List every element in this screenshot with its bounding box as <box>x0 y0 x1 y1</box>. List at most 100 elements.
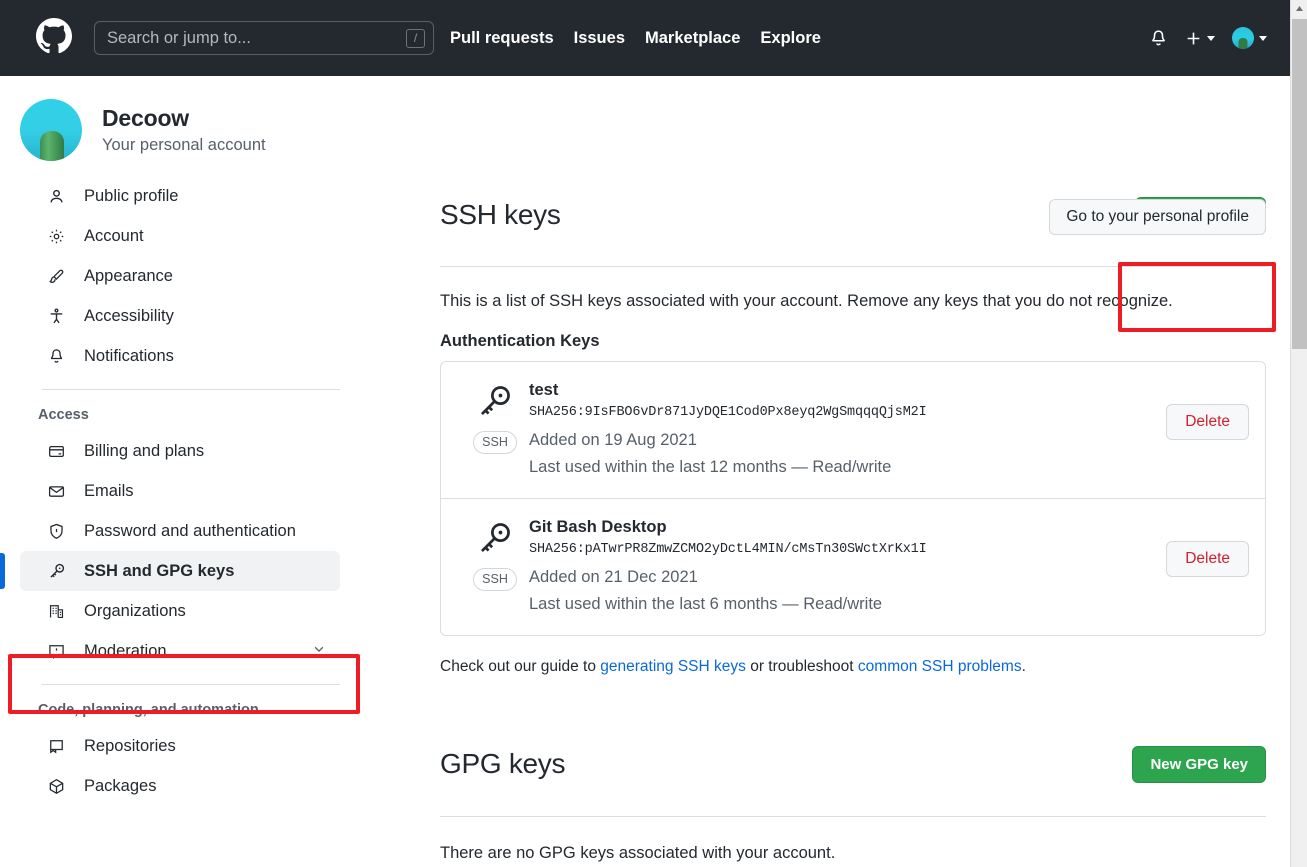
key-title: Git Bash Desktop <box>529 518 667 537</box>
ssh-guide-text: Check out our guide to generating SSH ke… <box>440 658 1266 676</box>
repo-icon <box>48 738 70 755</box>
sidebar-section-title-code-planning-and-automation: Code, planning, and automation <box>38 702 259 718</box>
cactus-avatar-icon[interactable] <box>20 99 82 161</box>
sidebar-label: Accessibility <box>84 306 174 325</box>
nav-explore[interactable]: Explore <box>760 29 821 48</box>
sidebar-group-general: Public profile Account Appearance Access… <box>20 176 362 376</box>
sidebar-label: SSH and GPG keys <box>84 561 235 580</box>
sidebar-label: Repositories <box>84 736 176 755</box>
key-icon <box>476 519 514 562</box>
sidebar-item-public-profile[interactable]: Public profile <box>20 176 340 216</box>
generating-ssh-keys-link[interactable]: generating SSH keys <box>600 658 746 675</box>
key-icon <box>476 382 514 425</box>
person-icon <box>48 188 70 205</box>
key-type-badge: SSH <box>473 568 517 591</box>
gpg-keys-header: GPG keys New GPG key <box>440 725 1266 817</box>
sidebar-group-code-planning-automation: Code, planning, and automation Repositor… <box>20 698 362 806</box>
header-actions <box>1149 27 1287 49</box>
plus-icon[interactable] <box>1185 30 1215 47</box>
gpg-section-title: GPG keys <box>440 748 566 780</box>
bell-icon <box>48 348 70 365</box>
delete-key-button[interactable]: Delete <box>1166 404 1249 441</box>
gpg-keys-section: GPG keys New GPG key There are no GPG ke… <box>440 725 1266 862</box>
organization-icon <box>48 603 70 620</box>
key-icon <box>48 562 70 580</box>
sidebar-item-repositories[interactable]: Repositories <box>20 726 340 766</box>
shield-lock-icon <box>48 523 70 540</box>
new-gpg-key-button[interactable]: New GPG key <box>1132 745 1266 783</box>
sidebar-label: Billing and plans <box>84 441 205 460</box>
page-body: Decoow Your personal account Go to your … <box>0 76 1290 867</box>
sidebar-label: Password and authentication <box>84 521 296 540</box>
nav-pull-requests[interactable]: Pull requests <box>450 29 554 48</box>
sidebar-label: Public profile <box>84 186 179 205</box>
nav-marketplace[interactable]: Marketplace <box>645 29 740 48</box>
sidebar-divider <box>42 684 340 685</box>
key-added-date: Added on 21 Dec 2021 <box>529 568 698 587</box>
report-icon <box>48 643 70 660</box>
avatar[interactable] <box>1232 27 1267 49</box>
user-avatar-icon <box>1232 27 1254 49</box>
sidebar-item-password-and-authentication[interactable]: Password and authentication <box>20 511 340 551</box>
common-ssh-problems-link[interactable]: common SSH problems <box>858 658 1022 675</box>
sidebar-group-access: Access Billing and plans Emails Password… <box>0 403 362 671</box>
guide-middle: or troubleshoot <box>745 658 858 676</box>
credit-card-icon <box>48 443 70 460</box>
ssh-keys-list: SSH test SHA256:9IsFBO6vDr871JyDQE1Cod0P… <box>440 361 1266 637</box>
chevron-down-icon <box>1259 35 1267 41</box>
page-scrollbar[interactable] <box>1290 0 1307 867</box>
gpg-empty-message: There are no GPG keys associated with yo… <box>440 843 836 862</box>
key-added-date: Added on 19 Aug 2021 <box>529 431 697 450</box>
sidebar-divider <box>42 389 340 390</box>
sidebar-item-packages[interactable]: Packages <box>20 766 340 806</box>
key-details: Git Bash Desktop SHA256:pATwrPR8ZmwZCMO2… <box>529 517 1152 617</box>
sidebar-item-notifications[interactable]: Notifications <box>20 336 340 376</box>
search-placeholder: Search or jump to... <box>107 29 251 47</box>
sidebar-item-organizations[interactable]: Organizations <box>20 591 340 631</box>
sidebar-item-appearance[interactable]: Appearance <box>20 256 340 296</box>
guide-prefix: Check out our guide to <box>440 658 601 676</box>
account-subtitle: Your personal account <box>102 135 266 154</box>
guide-suffix: . <box>1021 658 1026 676</box>
bell-icon[interactable] <box>1149 29 1168 48</box>
gear-icon <box>48 228 70 245</box>
ssh-key-row: SSH Git Bash Desktop SHA256:pATwrPR8ZmwZ… <box>441 498 1265 636</box>
chevron-down-icon[interactable] <box>312 642 326 661</box>
ssh-keys-section: SSH keys New SSH key This is a list of S… <box>440 176 1266 676</box>
key-details: test SHA256:9IsFBO6vDr871JyDQE1Cod0Px8ey… <box>529 380 1152 480</box>
sidebar-label: Emails <box>84 481 134 500</box>
sidebar-label: Organizations <box>84 601 186 620</box>
github-mark-icon[interactable] <box>36 17 72 59</box>
nav-issues[interactable]: Issues <box>574 29 625 48</box>
key-fingerprint: SHA256:9IsFBO6vDr871JyDQE1Cod0Px8eyq2WgS… <box>529 405 927 421</box>
header-nav: Pull requests Issues Marketplace Explore <box>450 29 821 48</box>
sidebar-item-accessibility[interactable]: Accessibility <box>20 296 340 336</box>
paintbrush-icon <box>48 268 70 285</box>
authentication-keys-heading: Authentication Keys <box>440 332 600 351</box>
key-fingerprint: SHA256:pATwrPR8ZmwZCMO2yDctL4MIN/cMsTn30… <box>529 542 927 558</box>
sidebar-item-billing-and-plans[interactable]: Billing and plans <box>20 431 340 471</box>
ssh-keys-description: This is a list of SSH keys associated wi… <box>440 292 1173 311</box>
key-title: test <box>529 381 559 400</box>
sidebar-item-account[interactable]: Account <box>20 216 340 256</box>
triangle-up-icon[interactable] <box>1291 0 1307 17</box>
account-header: Decoow Your personal account <box>0 76 1290 162</box>
settings-sidebar: Public profile Account Appearance Access… <box>0 162 362 867</box>
delete-key-button[interactable]: Delete <box>1166 541 1249 578</box>
search-input[interactable]: Search or jump to... / <box>94 21 434 55</box>
sidebar-section-title-access: Access <box>38 407 89 423</box>
go-to-personal-profile-button[interactable]: Go to your personal profile <box>1049 199 1266 235</box>
sidebar-item-emails[interactable]: Emails <box>20 471 340 511</box>
accessibility-icon <box>48 307 70 325</box>
key-last-used: Last used within the last 12 months — Re… <box>529 457 892 476</box>
search-shortcut-badge: / <box>406 28 425 48</box>
mail-icon <box>48 483 70 500</box>
sidebar-item-ssh-and-gpg-keys[interactable]: SSH and GPG keys <box>0 551 340 591</box>
sidebar-label: Appearance <box>84 266 173 285</box>
scrollbar-thumb[interactable] <box>1292 19 1307 349</box>
package-icon <box>48 778 70 795</box>
chevron-down-icon <box>1207 35 1215 41</box>
main-content: SSH keys New SSH key This is a list of S… <box>362 162 1290 867</box>
key-type-badge: SSH <box>473 431 517 454</box>
sidebar-item-moderation[interactable]: Moderation <box>20 631 340 671</box>
